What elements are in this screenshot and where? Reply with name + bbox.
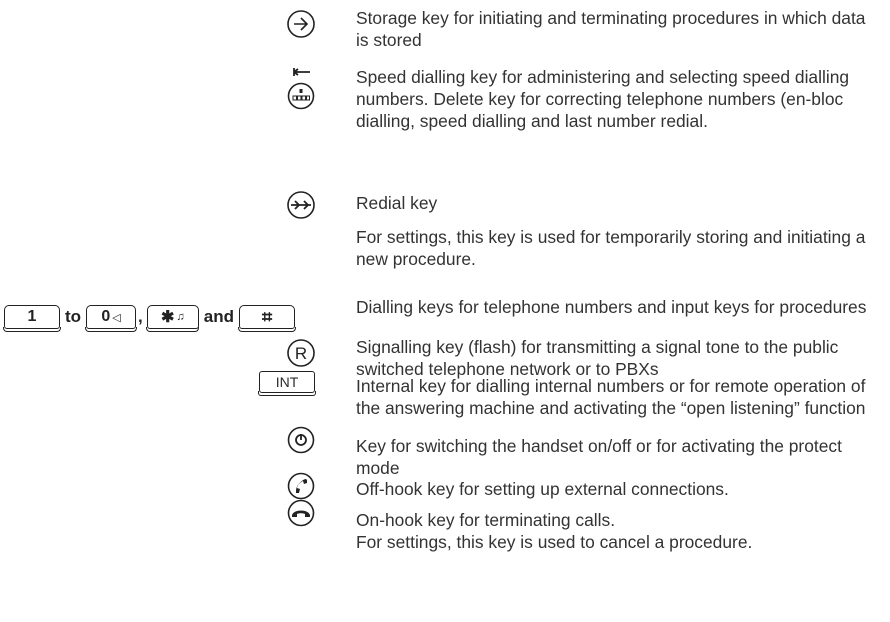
off-hook-key-icon bbox=[286, 471, 316, 501]
to-label: to bbox=[65, 307, 82, 326]
comma-label: , bbox=[138, 307, 143, 326]
dialling-keys-description: Dialling keys for telephone numbers and … bbox=[356, 297, 867, 317]
svg-text:R: R bbox=[295, 344, 307, 363]
on-hook-key-description: On-hook key for terminating calls. For s… bbox=[356, 510, 753, 552]
redial-settings-description: For settings, this key is used for tempo… bbox=[356, 227, 866, 269]
speed-dial-delete-key-icon bbox=[286, 66, 316, 112]
and-label: and bbox=[203, 307, 235, 326]
storage-key-description: Storage key for initiating and terminati… bbox=[356, 8, 866, 50]
key-0-label: 0 bbox=[101, 308, 111, 325]
key-0-icon: 0 ◁ bbox=[85, 305, 137, 332]
r-key-description: Signalling key (flash) for transmitting … bbox=[356, 337, 839, 379]
key-star-label: ✱ bbox=[160, 309, 175, 326]
off-hook-key-description: Off-hook key for setting up external con… bbox=[356, 479, 729, 499]
dialling-keys-row: 1 to 0 ◁ , ✱ ♫ and ⌗ bbox=[3, 305, 296, 332]
redial-key-description: Redial key bbox=[356, 193, 438, 213]
speed-dial-key-description: Speed dialling key for administering and… bbox=[356, 67, 850, 131]
on-off-key-description: Key for switching the handset on/off or … bbox=[356, 436, 842, 478]
key-1-icon: 1 bbox=[3, 305, 61, 332]
r-key-icon: R bbox=[286, 338, 316, 368]
key-hash-icon: ⌗ bbox=[238, 305, 296, 332]
note-glyph: ♫ bbox=[176, 311, 185, 323]
storage-key-icon bbox=[286, 9, 316, 39]
int-key-description: Internal key for dialling internal numbe… bbox=[356, 376, 866, 418]
int-key-icon: INT bbox=[258, 371, 316, 396]
on-hook-key-icon bbox=[286, 498, 316, 528]
on-off-key-icon bbox=[286, 425, 316, 455]
key-star-icon: ✱ ♫ bbox=[146, 305, 200, 332]
redial-key-icon bbox=[285, 190, 317, 220]
speaker-glyph: ◁ bbox=[112, 311, 121, 324]
